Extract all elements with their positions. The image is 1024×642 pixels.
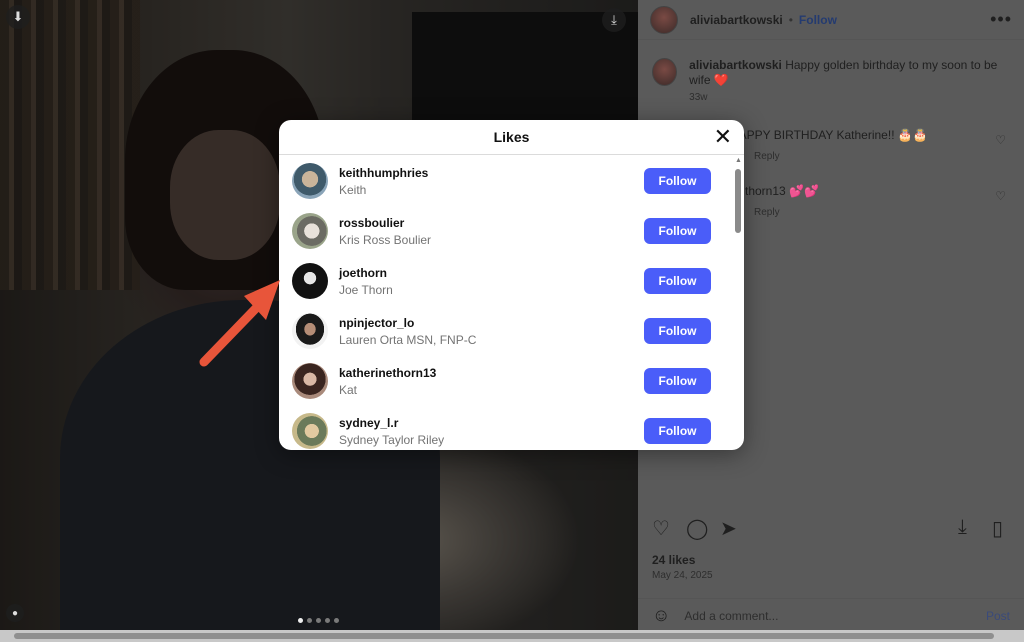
download-post-icon[interactable]: ⤓ — [958, 516, 967, 539]
list-item: keithhumphries Keith Follow — [279, 156, 735, 206]
list-item: sydney_l.r Sydney Taylor Riley Follow — [279, 406, 735, 450]
post-header: aliviabartkowski • Follow ••• — [638, 0, 1024, 40]
reply-button[interactable]: Reply — [754, 207, 780, 218]
comment-input[interactable]: Add a comment... — [684, 609, 778, 623]
separator-dot: • — [788, 12, 793, 27]
full-name: Sydney Taylor Riley — [339, 432, 445, 447]
share-icon[interactable]: ➤ — [720, 516, 737, 541]
carousel-dot[interactable] — [334, 618, 339, 623]
comment-heart-icon[interactable]: ♡ — [995, 189, 1006, 203]
caption: aliviabartkowski Happy golden birthday t… — [652, 58, 1002, 103]
follow-button[interactable]: Follow — [644, 268, 711, 294]
carousel-dot[interactable] — [325, 618, 330, 623]
full-name: Joe Thorn — [339, 282, 393, 297]
more-icon[interactable]: ••• — [990, 9, 1012, 30]
user-tag-icon[interactable]: ● — [6, 604, 24, 622]
post-actions: ♡ ◯ ➤ ⤓ ▯ — [652, 516, 1012, 540]
user-avatar[interactable] — [292, 163, 328, 199]
author-username[interactable]: aliviabartkowski — [690, 13, 783, 27]
modal-header: Likes ✕ — [279, 120, 744, 155]
user-avatar[interactable] — [292, 313, 328, 349]
post-date: May 24, 2025 — [652, 570, 713, 581]
emoji-icon[interactable]: ☺ — [652, 605, 670, 626]
comment-icon[interactable]: ◯ — [686, 516, 708, 541]
full-name: Kat — [339, 382, 358, 397]
list-item: rossboulier Kris Ross Boulier Follow — [279, 206, 735, 256]
like-icon[interactable]: ♡ — [652, 516, 670, 541]
full-name: Lauren Orta MSN, FNP-C — [339, 332, 477, 347]
follow-button[interactable]: Follow — [644, 318, 711, 344]
modal-scrollbar[interactable]: ▲ — [734, 157, 742, 447]
follow-author-button[interactable]: Follow — [799, 13, 837, 27]
username[interactable]: keithhumphries — [339, 166, 428, 180]
download-icon[interactable]: ⬇ — [6, 5, 30, 29]
user-avatar[interactable] — [292, 363, 328, 399]
scroll-up-icon[interactable]: ▲ — [735, 157, 742, 164]
likes-modal: Likes ✕ keithhumphries Keith Follow rossb… — [279, 120, 744, 450]
full-name: Kris Ross Boulier — [339, 232, 432, 247]
likes-count[interactable]: 24 likes — [652, 553, 695, 567]
carousel-dots — [298, 618, 339, 623]
username[interactable]: sydney_l.r — [339, 416, 444, 430]
caption-author[interactable]: aliviabartkowski — [689, 58, 782, 72]
comment-text: thorn13 💕💕 — [745, 184, 819, 198]
caption-avatar[interactable] — [652, 58, 678, 86]
username[interactable]: joethorn — [339, 266, 393, 280]
username[interactable]: rossboulier — [339, 216, 431, 230]
horizontal-scrollbar[interactable] — [0, 630, 1024, 642]
follow-button[interactable]: Follow — [644, 168, 711, 194]
comment-text: a HAPPY BIRTHDAY Katherine!! 🎂🎂 — [720, 128, 928, 142]
author-avatar[interactable] — [650, 5, 678, 34]
caption-time: 33w — [689, 92, 708, 103]
scrollbar-thumb[interactable] — [735, 169, 741, 233]
modal-title: Likes — [493, 129, 530, 145]
list-item: katherinethorn13 Kat Follow — [279, 356, 735, 406]
carousel-dot[interactable] — [316, 618, 321, 623]
list-item: joethorn Joe Thorn Follow — [279, 256, 735, 306]
close-icon[interactable]: ✕ — [714, 126, 732, 148]
bookmark-icon[interactable]: ▯ — [992, 516, 1003, 541]
carousel-dot[interactable] — [307, 618, 312, 623]
scrollbar-thumb[interactable] — [14, 633, 994, 639]
follow-button[interactable]: Follow — [644, 218, 711, 244]
likes-list: keithhumphries Keith Follow rossboulier Kr… — [279, 156, 735, 450]
comment-heart-icon[interactable]: ♡ — [995, 133, 1006, 147]
follow-button[interactable]: Follow — [644, 368, 711, 394]
carousel-dot[interactable] — [298, 618, 303, 623]
post-comment-button[interactable]: Post — [986, 609, 1010, 623]
user-avatar[interactable] — [292, 413, 328, 449]
follow-button[interactable]: Follow — [644, 418, 711, 444]
user-avatar[interactable] — [292, 263, 328, 299]
list-item: npinjector_lo Lauren Orta MSN, FNP-C Foll… — [279, 306, 735, 356]
annotation-arrow-icon — [199, 280, 280, 367]
save-photo-icon[interactable]: ⤓ — [602, 8, 626, 32]
full-name: Keith — [339, 182, 367, 197]
username[interactable]: katherinethorn13 — [339, 366, 436, 380]
add-comment-bar: ☺ Add a comment... Post — [638, 598, 1024, 632]
user-avatar[interactable] — [292, 213, 328, 249]
reply-button[interactable]: Reply — [754, 151, 780, 162]
username[interactable]: npinjector_lo — [339, 316, 476, 330]
